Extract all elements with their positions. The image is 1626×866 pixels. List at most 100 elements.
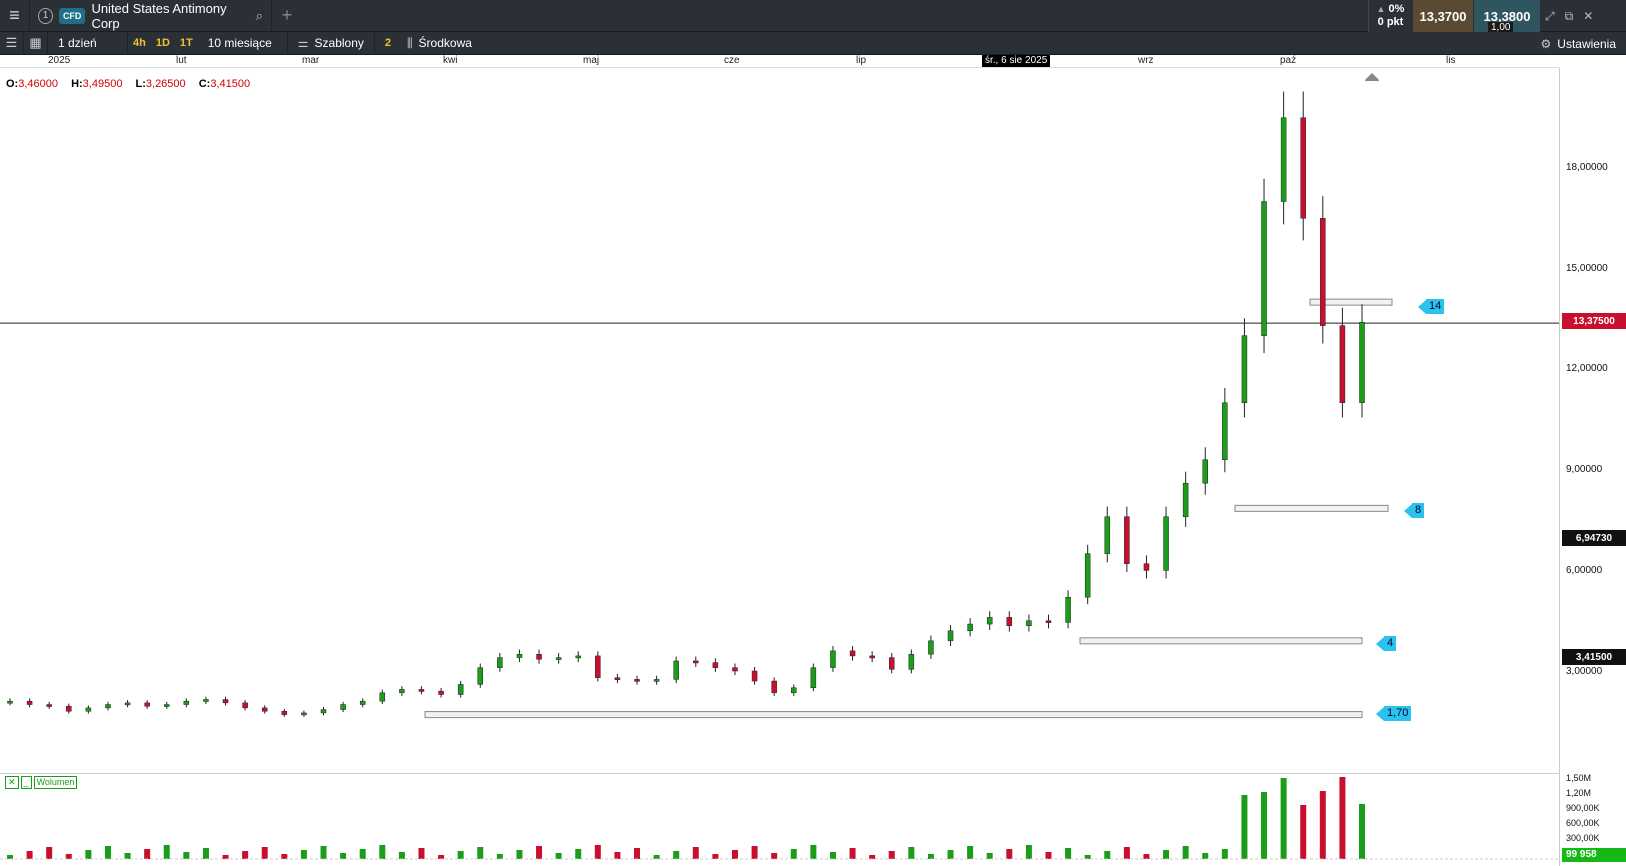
candle-body — [653, 679, 660, 682]
volume-tick: 900,00K — [1566, 803, 1600, 813]
candle-body — [516, 653, 523, 658]
candle-body — [457, 684, 464, 695]
candle-body — [222, 699, 229, 704]
candle-body — [359, 700, 366, 705]
candle-body — [751, 670, 758, 682]
price-marker-tag: 6,94730 — [1562, 530, 1626, 546]
candle-body — [771, 680, 777, 694]
candle-body — [1261, 201, 1267, 336]
candle-body — [379, 692, 386, 702]
level-tag[interactable]: 14 — [1418, 299, 1445, 314]
candle-body — [673, 660, 679, 680]
level-tag-label: 1,70 — [1384, 706, 1412, 721]
candle-body — [438, 690, 444, 695]
candle-body — [320, 709, 327, 714]
volume-panel — [0, 773, 1559, 866]
candle-body — [732, 667, 738, 672]
candle-body — [791, 687, 797, 694]
level-box — [424, 711, 1363, 719]
candle-body — [183, 700, 190, 705]
current-price-tag: 13,37500 — [1562, 313, 1626, 329]
candle-body — [595, 655, 601, 678]
price-axis[interactable]: 18,00000 15,00000 12,00000 9,00000 6,000… — [1559, 68, 1626, 778]
ohlc-h-label: H: — [71, 78, 83, 90]
price-chart[interactable] — [0, 0, 1559, 866]
level-tag[interactable]: 4 — [1376, 636, 1397, 651]
volume-current-tag: 99 958 — [1562, 848, 1626, 862]
candle-body — [575, 655, 581, 659]
candle-body — [928, 640, 934, 655]
candle-body — [555, 657, 562, 660]
candle-body — [1045, 620, 1052, 623]
candle-body — [1026, 620, 1032, 626]
candle-body — [144, 702, 150, 707]
candle-body — [1163, 516, 1169, 571]
candle-body — [164, 704, 170, 707]
level-tag-label: 8 — [1412, 503, 1425, 518]
candle-body — [1359, 322, 1365, 403]
ohlc-high: 3,49500 — [82, 78, 123, 90]
volume-tick: 300,00K — [1566, 833, 1600, 843]
candle-body — [986, 617, 993, 625]
candle-body — [1300, 117, 1306, 219]
candle-body — [301, 712, 307, 716]
volume-legend: ✕ _ Wolumen — [5, 776, 78, 789]
minimize-indicator-icon[interactable]: _ — [20, 776, 32, 789]
candle-body — [1084, 553, 1091, 598]
candle-body — [888, 657, 895, 670]
candle-body — [1065, 596, 1071, 623]
level-box — [1234, 504, 1389, 512]
candle-body — [340, 704, 346, 710]
price-tick: 3,00000 — [1566, 666, 1603, 677]
level-tag-label: 4 — [1384, 636, 1397, 651]
level-tag-label: 14 — [1426, 299, 1445, 314]
candle-body — [1143, 563, 1150, 571]
candle-body — [477, 667, 484, 685]
candle-body — [399, 689, 405, 694]
candle-body — [614, 677, 621, 680]
candle-body — [1124, 516, 1130, 564]
candle-body — [124, 702, 131, 706]
candle-body — [203, 699, 209, 702]
candle-body — [7, 700, 13, 704]
level-tag[interactable]: 1,70 — [1376, 706, 1412, 721]
candle-body — [634, 679, 640, 682]
candle-body — [1006, 617, 1013, 626]
price-tick: 12,00000 — [1566, 363, 1608, 374]
candle-body — [1182, 482, 1189, 517]
candle-body — [1202, 459, 1208, 484]
ohlc-l-label: L: — [135, 78, 146, 90]
volume-legend-label: Wolumen — [33, 776, 78, 789]
candle-body — [536, 653, 542, 660]
ohlc-readout: O:3,46000 H:3,49500 L:3,26500 C:3,41500 — [6, 78, 260, 90]
ohlc-open: 3,46000 — [18, 78, 58, 90]
settings-label: Ustawienia — [1557, 36, 1616, 51]
candle-body — [105, 704, 111, 709]
close-icon[interactable]: ✕ — [1583, 9, 1593, 23]
popout-icon[interactable]: ⧉ — [1565, 9, 1574, 24]
candle-body — [497, 657, 503, 668]
candle-body — [281, 710, 288, 715]
candle-body — [242, 702, 248, 709]
candle-body — [1320, 218, 1326, 326]
candle-body — [693, 660, 699, 664]
close-indicator-icon[interactable]: ✕ — [5, 776, 19, 789]
time-marker-icon — [1365, 73, 1379, 81]
candle-body — [1241, 335, 1248, 403]
ohlc-close: 3,41500 — [210, 78, 251, 90]
candle-body — [810, 667, 817, 689]
candle-body — [1339, 325, 1346, 403]
candle-body — [1222, 402, 1228, 460]
candle-body — [849, 650, 856, 657]
level-tag[interactable]: 8 — [1404, 503, 1425, 518]
ohlc-low: 3,26500 — [145, 78, 186, 90]
candle-body — [1104, 516, 1111, 554]
volume-tick: 1,20M — [1566, 788, 1592, 798]
ohlc-c-label: C: — [198, 78, 211, 90]
price-tick: 18,00000 — [1566, 162, 1608, 173]
candle-body — [418, 689, 425, 692]
price-tick: 6,00000 — [1566, 565, 1603, 576]
price-marker-tag: 3,41500 — [1562, 649, 1626, 665]
volume-tick: 1,50M — [1566, 773, 1592, 783]
candle-body — [46, 704, 52, 707]
